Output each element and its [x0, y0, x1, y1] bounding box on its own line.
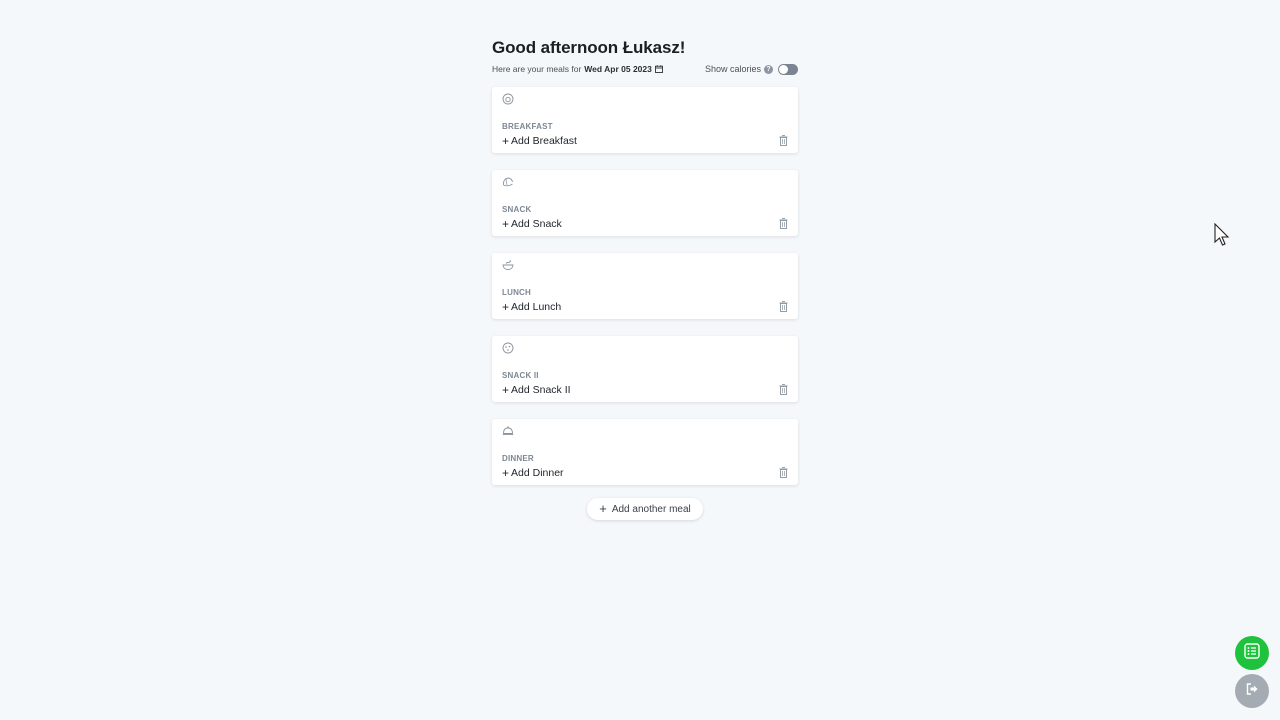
- date-subtitle: Here are your meals for Wed Apr 05 2023: [492, 64, 663, 74]
- add-snack-label: Add Snack: [511, 218, 562, 230]
- add-breakfast-button[interactable]: + Add Breakfast: [502, 135, 577, 147]
- add-lunch-label: Add Lunch: [511, 301, 562, 313]
- plus-icon: +: [502, 134, 510, 148]
- add-lunch-button[interactable]: + Add Lunch: [502, 301, 561, 313]
- shopping-list-button[interactable]: [1235, 636, 1269, 670]
- meal-label: SNACK II: [502, 371, 539, 380]
- meal-card-snack-ii: SNACK II + Add Snack II: [492, 336, 798, 402]
- meal-card-snack: SNACK + Add Snack: [492, 170, 798, 236]
- trash-icon[interactable]: [779, 133, 788, 146]
- add-dinner-button[interactable]: + Add Dinner: [502, 467, 564, 479]
- trash-icon[interactable]: [779, 216, 788, 229]
- trash-icon[interactable]: [779, 299, 788, 312]
- plus-icon: +: [502, 466, 510, 480]
- bowl-icon: [502, 258, 514, 270]
- croissant-icon: [502, 175, 514, 187]
- add-another-meal-label: Add another meal: [611, 503, 691, 515]
- egg-icon: [502, 92, 514, 105]
- meal-label: LUNCH: [502, 288, 531, 297]
- meal-card-breakfast: BREAKFAST + Add Breakfast: [492, 87, 798, 153]
- calendar-icon[interactable]: [654, 65, 663, 73]
- page-title: Good afternoon Łukasz!: [492, 38, 686, 57]
- add-another-meal-button[interactable]: + Add another meal: [587, 498, 703, 520]
- show-calories-control: Show calories ?: [704, 63, 798, 75]
- meal-list: BREAKFAST + Add Breakfast SNACK + Add Snac…: [492, 87, 798, 485]
- show-calories-label: Show calories: [704, 64, 761, 74]
- add-breakfast-label: Add Breakfast: [511, 135, 577, 147]
- help-icon[interactable]: ?: [764, 64, 773, 74]
- add-snack-ii-label: Add Snack II: [511, 384, 571, 396]
- shopping-list-icon: [1243, 642, 1261, 665]
- cloche-icon: [502, 424, 514, 436]
- meal-card-dinner: DINNER + Add Dinner: [492, 419, 798, 485]
- meal-label: SNACK: [502, 205, 532, 214]
- toggle-knob: [779, 64, 788, 74]
- header-subrow: Here are your meals for Wed Apr 05 2023 …: [492, 61, 798, 77]
- meal-card-lunch: LUNCH + Add Lunch: [492, 253, 798, 319]
- meal-label: DINNER: [502, 454, 534, 463]
- logout-button[interactable]: [1235, 674, 1269, 708]
- show-calories-toggle[interactable]: [778, 63, 798, 75]
- mouse-cursor-icon: [1214, 222, 1230, 249]
- trash-icon[interactable]: [779, 465, 788, 478]
- plus-icon: +: [599, 501, 607, 516]
- add-snack-ii-button[interactable]: + Add Snack II: [502, 384, 571, 396]
- add-snack-button[interactable]: + Add Snack: [502, 218, 562, 230]
- date-value[interactable]: Wed Apr 05 2023: [584, 64, 652, 74]
- plus-icon: +: [502, 217, 510, 231]
- cookie-icon: [502, 341, 514, 354]
- meal-planner: Good afternoon Łukasz! Here are your mea…: [492, 38, 798, 485]
- meal-label: BREAKFAST: [502, 122, 553, 131]
- subtitle-prefix: Here are your meals for: [492, 64, 582, 74]
- plus-icon: +: [502, 300, 510, 314]
- plus-icon: +: [502, 383, 510, 397]
- logout-icon: [1245, 682, 1259, 701]
- trash-icon[interactable]: [779, 382, 788, 395]
- add-dinner-label: Add Dinner: [511, 467, 564, 479]
